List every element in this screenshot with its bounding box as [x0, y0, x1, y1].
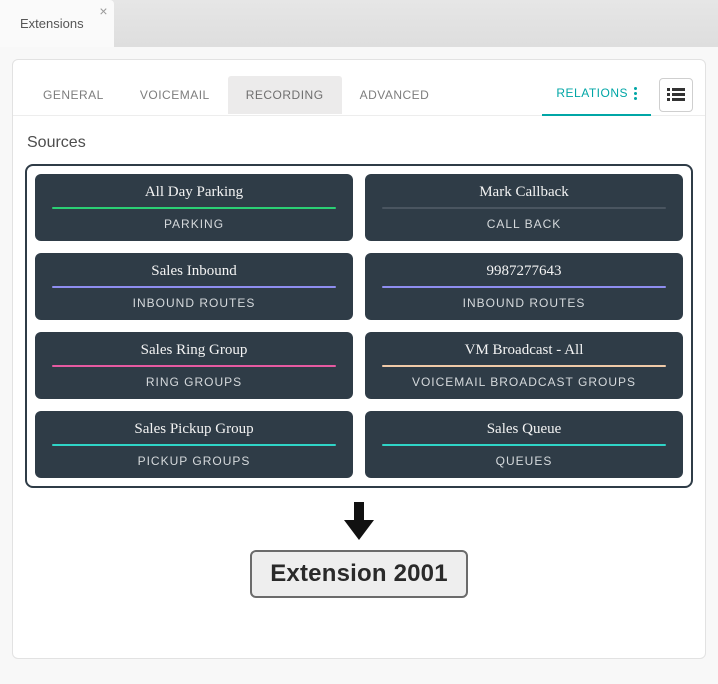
source-title: Mark Callback	[373, 184, 675, 207]
flow-arrow	[25, 502, 693, 540]
close-icon[interactable]: ×	[99, 4, 107, 18]
source-title: All Day Parking	[43, 184, 345, 207]
source-title: Sales Ring Group	[43, 342, 345, 365]
target-label: Extension 2001	[270, 560, 448, 587]
page-body: GENERAL VOICEMAIL RECORDING ADVANCED REL…	[0, 47, 718, 684]
list-icon	[667, 88, 685, 102]
extension-card: GENERAL VOICEMAIL RECORDING ADVANCED REL…	[12, 59, 706, 659]
arrow-down-icon	[342, 502, 376, 540]
tab-recording[interactable]: RECORDING	[228, 76, 342, 114]
list-view-toggle[interactable]	[659, 78, 693, 112]
app-tab-strip: Extensions ×	[0, 0, 718, 47]
source-title: Sales Pickup Group	[43, 421, 345, 444]
tab-advanced[interactable]: ADVANCED	[342, 76, 448, 114]
sources-grid: All Day Parking PARKING Mark Callback CALL …	[25, 164, 693, 488]
source-tile[interactable]: 9987277643 INBOUND ROUTES	[365, 253, 683, 320]
source-type: INBOUND ROUTES	[43, 296, 345, 310]
accent-rule	[52, 365, 336, 367]
source-type: PARKING	[43, 217, 345, 231]
tab-general[interactable]: GENERAL	[25, 76, 122, 114]
source-tile[interactable]: VM Broadcast - All VOICEMAIL BROADCAST GR…	[365, 332, 683, 399]
relations-panel: Sources All Day Parking PARKING Mark Callb…	[13, 116, 705, 618]
source-tile[interactable]: Sales Inbound INBOUND ROUTES	[35, 253, 353, 320]
tab-bar: GENERAL VOICEMAIL RECORDING ADVANCED REL…	[13, 60, 705, 116]
source-tile[interactable]: Sales Ring Group RING GROUPS	[35, 332, 353, 399]
source-title: Sales Queue	[373, 421, 675, 444]
target-node[interactable]: Extension 2001	[250, 550, 468, 598]
tab-voicemail[interactable]: VOICEMAIL	[122, 76, 228, 114]
sources-heading: Sources	[27, 134, 693, 152]
accent-rule	[52, 286, 336, 288]
source-type: CALL BACK	[373, 217, 675, 231]
source-type: INBOUND ROUTES	[373, 296, 675, 310]
tab-relations-label: RELATIONS	[556, 86, 628, 100]
source-tile[interactable]: Mark Callback CALL BACK	[365, 174, 683, 241]
accent-rule	[382, 286, 666, 288]
tab-relations[interactable]: RELATIONS	[542, 74, 651, 116]
source-title: 9987277643	[373, 263, 675, 286]
source-type: PICKUP GROUPS	[43, 454, 345, 468]
source-title: Sales Inbound	[43, 263, 345, 286]
source-tile[interactable]: Sales Queue QUEUES	[365, 411, 683, 478]
source-type: RING GROUPS	[43, 375, 345, 389]
source-tile[interactable]: All Day Parking PARKING	[35, 174, 353, 241]
source-type: VOICEMAIL BROADCAST GROUPS	[373, 375, 675, 389]
accent-rule	[382, 444, 666, 446]
source-tile[interactable]: Sales Pickup Group PICKUP GROUPS	[35, 411, 353, 478]
accent-rule	[382, 365, 666, 367]
source-title: VM Broadcast - All	[373, 342, 675, 365]
source-type: QUEUES	[373, 454, 675, 468]
app-tab-extensions[interactable]: Extensions ×	[0, 0, 114, 47]
app-tab-label: Extensions	[20, 16, 84, 31]
kebab-icon	[634, 87, 637, 100]
accent-rule	[52, 444, 336, 446]
accent-rule	[52, 207, 336, 209]
accent-rule	[382, 207, 666, 209]
